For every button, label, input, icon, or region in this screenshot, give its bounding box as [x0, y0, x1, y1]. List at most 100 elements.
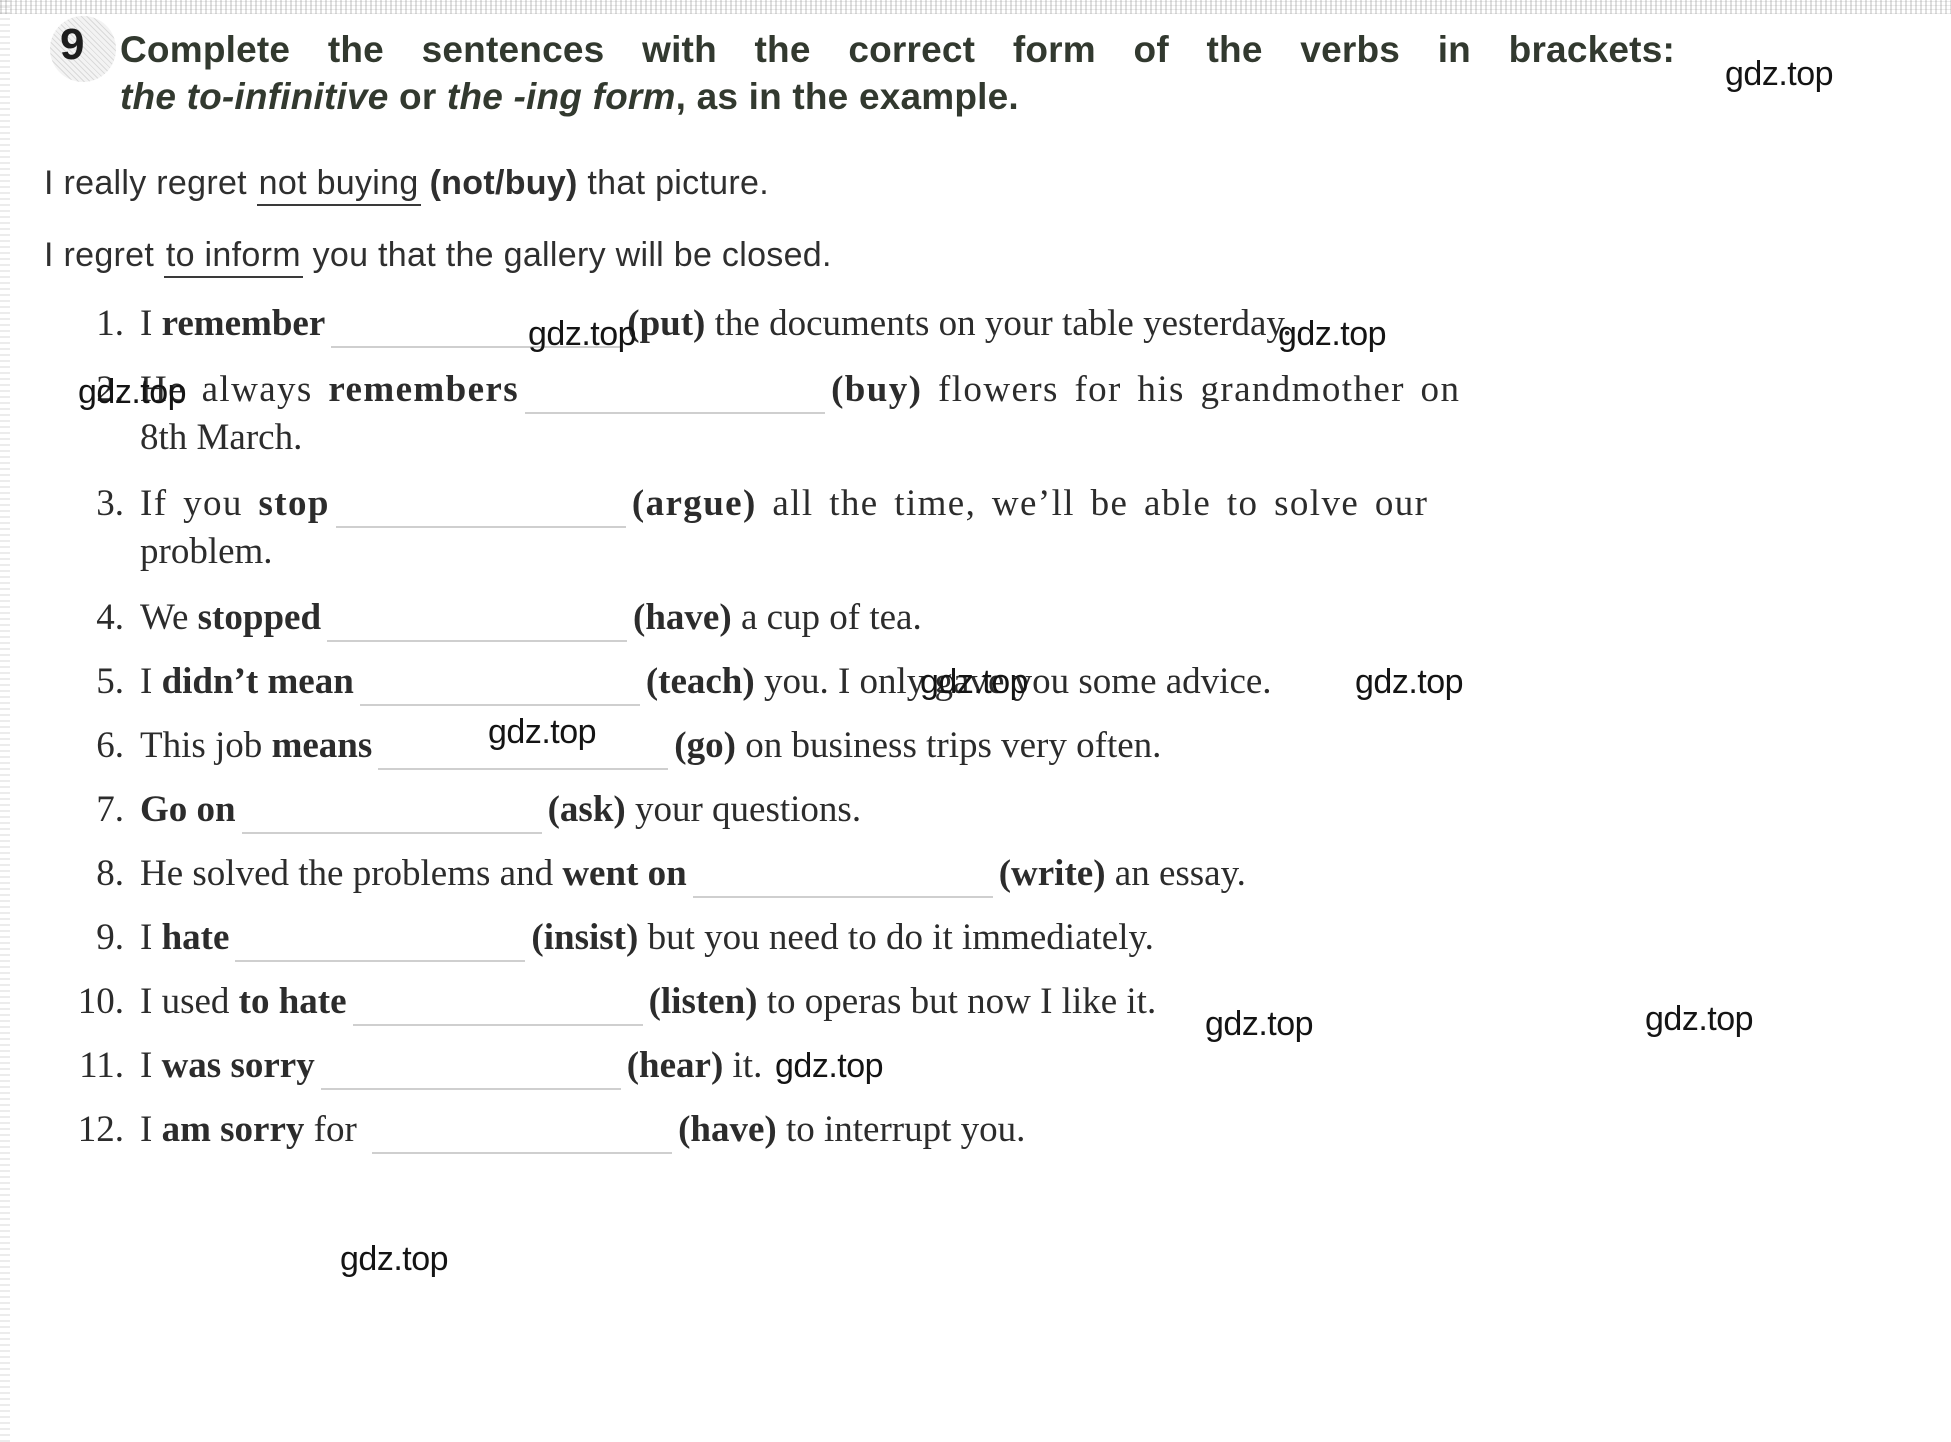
page-top-texture — [0, 0, 1951, 14]
item-1-bold-verb: remember — [161, 303, 326, 344]
example-1-lead: I really regret — [44, 164, 257, 202]
item-1-cue: (put) — [627, 303, 706, 344]
list-item: 2. He always remembers (buy) flowers for … — [52, 366, 1932, 462]
list-item: 8. He solved the problems and went on (wr… — [52, 850, 1932, 898]
list-item: 3. If you stop (argue) all the time, we’l… — [52, 480, 1932, 576]
item-1-after: the documents on your table yesterday. — [705, 303, 1292, 344]
item-6-bold-verb: means — [271, 725, 373, 766]
item-3-answer-blank[interactable] — [335, 492, 626, 528]
item-10-bold-verb: to hate — [238, 981, 347, 1022]
list-item: 11. I was sorry (hear) it. — [52, 1042, 1932, 1090]
item-7-after: your questions. — [625, 789, 862, 830]
example-sentence-2: I regret to inform you that the gallery … — [44, 236, 832, 278]
item-10-index: 10. — [77, 981, 124, 1022]
item-1-answer-blank[interactable] — [331, 312, 622, 348]
item-11-cue: (hear) — [626, 1045, 724, 1086]
item-6-body: This job means (go) on business trips ver… — [140, 722, 1932, 770]
list-item: 5. I didn’t mean (teach) you. I only gave… — [52, 658, 1932, 706]
item-9-after: but you need to do it immediately. — [638, 917, 1154, 958]
example-2-tail: you that the gallery will be closed. — [302, 236, 832, 274]
page-left-texture — [0, 0, 10, 1442]
item-3-line-2: problem. — [140, 531, 273, 572]
item-7-index: 7. — [96, 789, 124, 830]
item-6-before: This job — [140, 725, 272, 766]
item-10-before: I used — [140, 981, 239, 1022]
item-6-after: on business trips very often. — [735, 725, 1162, 766]
item-4-before: We — [140, 597, 198, 638]
item-4-index: 4. — [96, 597, 124, 638]
example-2-answer: to inform — [163, 236, 303, 278]
item-11-answer-blank[interactable] — [320, 1054, 621, 1090]
item-5-after: you. I only gave you some advice. — [754, 661, 1272, 702]
item-3-after: all the time, we’ll be able to solve our — [756, 483, 1429, 524]
item-5-bold-verb: didn’t mean — [161, 661, 354, 702]
instruction-line-2: the to-infinitive or the -ing form, as i… — [120, 73, 1675, 120]
item-3-cue: (argue) — [631, 483, 757, 524]
list-item: 9. I hate (insist) but you need to do it … — [52, 914, 1932, 962]
instruction-line-1: Complete the sentences with the correct … — [120, 29, 1675, 70]
item-2-bold-verb: remembers — [328, 369, 520, 410]
item-3-body: If you stop (argue) all the time, we’ll b… — [140, 480, 1932, 576]
exercise-header: 9 Complete the sentences with the correc… — [42, 14, 1902, 120]
item-2-cue: (buy) — [831, 369, 923, 410]
item-10-after: to operas but now I like it. — [757, 981, 1157, 1022]
list-item: 10. I used to hate (listen) to operas but… — [52, 978, 1932, 1026]
item-11-before: I — [140, 1045, 162, 1086]
item-12-answer-blank[interactable] — [372, 1118, 673, 1154]
example-2-lead: I regret — [44, 236, 164, 274]
item-5-body: I didn’t mean (teach) you. I only gave yo… — [140, 658, 1932, 706]
exercise-items-list: 1. I remember (put) the documents on your… — [52, 300, 1932, 1154]
instruction-italic-ing-form: the -ing form — [446, 76, 676, 117]
exercise-instruction: Complete the sentences with the correct … — [120, 14, 1675, 120]
item-2-answer-blank[interactable] — [525, 378, 826, 414]
item-4-after: a cup of tea. — [731, 597, 922, 638]
item-11-bold-verb: was sorry — [161, 1045, 315, 1086]
exercise-number-badge: 9 — [42, 14, 120, 86]
item-8-answer-blank[interactable] — [692, 862, 993, 898]
item-12-index: 12. — [77, 1109, 124, 1150]
item-4-answer-blank[interactable] — [327, 606, 628, 642]
item-2-body: He always remembers (buy) flowers for his… — [140, 366, 1932, 462]
item-9-cue: (insist) — [531, 917, 639, 958]
item-11-body: I was sorry (hear) it. — [140, 1042, 1932, 1090]
item-9-before: I — [140, 917, 162, 958]
item-11-index: 11. — [79, 1045, 124, 1086]
list-item: 7. Go on (ask) your questions. — [52, 786, 1932, 834]
item-12-after: to interrupt you. — [776, 1109, 1026, 1150]
item-10-answer-blank[interactable] — [352, 990, 643, 1026]
item-7-answer-blank[interactable] — [241, 798, 542, 834]
watermark-label: gdz.top — [340, 1240, 449, 1278]
item-8-before: He solved the problems and — [140, 853, 563, 894]
item-6-answer-blank[interactable] — [378, 734, 669, 770]
item-10-cue: (listen) — [648, 981, 758, 1022]
item-6-index: 6. — [96, 725, 124, 766]
list-item: 12. I am sorry for (have) to interrupt y… — [52, 1106, 1932, 1154]
example-1-tail: that picture. — [577, 164, 769, 202]
example-1-cue: (not/buy) — [429, 164, 578, 202]
item-1-body: I remember (put) the documents on your ta… — [140, 300, 1932, 348]
item-12-body: I am sorry for (have) to interrupt you. — [140, 1106, 1932, 1154]
example-1-answer: not buying — [256, 164, 421, 206]
instruction-conjunction: or — [388, 76, 447, 117]
list-item: 1. I remember (put) the documents on your… — [52, 300, 1932, 348]
item-12-after-bold: for — [304, 1109, 367, 1150]
item-2-line-2: 8th March. — [140, 417, 303, 458]
item-4-bold-verb: stopped — [197, 597, 322, 638]
item-3-line-1: If you stop (argue) all the time, we’ll b… — [140, 480, 1932, 528]
item-5-answer-blank[interactable] — [359, 670, 640, 706]
item-3-before: If you — [140, 483, 259, 524]
list-item: 6. This job means (go) on business trips … — [52, 722, 1932, 770]
item-11-after: it. — [723, 1045, 763, 1086]
item-1-index: 1. — [96, 303, 124, 344]
item-2-before: He always — [140, 369, 329, 410]
item-9-answer-blank[interactable] — [235, 926, 526, 962]
item-8-bold-verb: went on — [562, 853, 687, 894]
item-10-body: I used to hate (listen) to operas but now… — [140, 978, 1932, 1026]
exercise-number: 9 — [60, 20, 85, 69]
item-8-cue: (write) — [998, 853, 1106, 894]
item-8-after: an essay. — [1105, 853, 1246, 894]
item-12-cue: (have) — [678, 1109, 777, 1150]
item-2-line-1: He always remembers (buy) flowers for his… — [140, 366, 1932, 414]
item-5-before: I — [140, 661, 162, 702]
item-4-cue: (have) — [633, 597, 732, 638]
